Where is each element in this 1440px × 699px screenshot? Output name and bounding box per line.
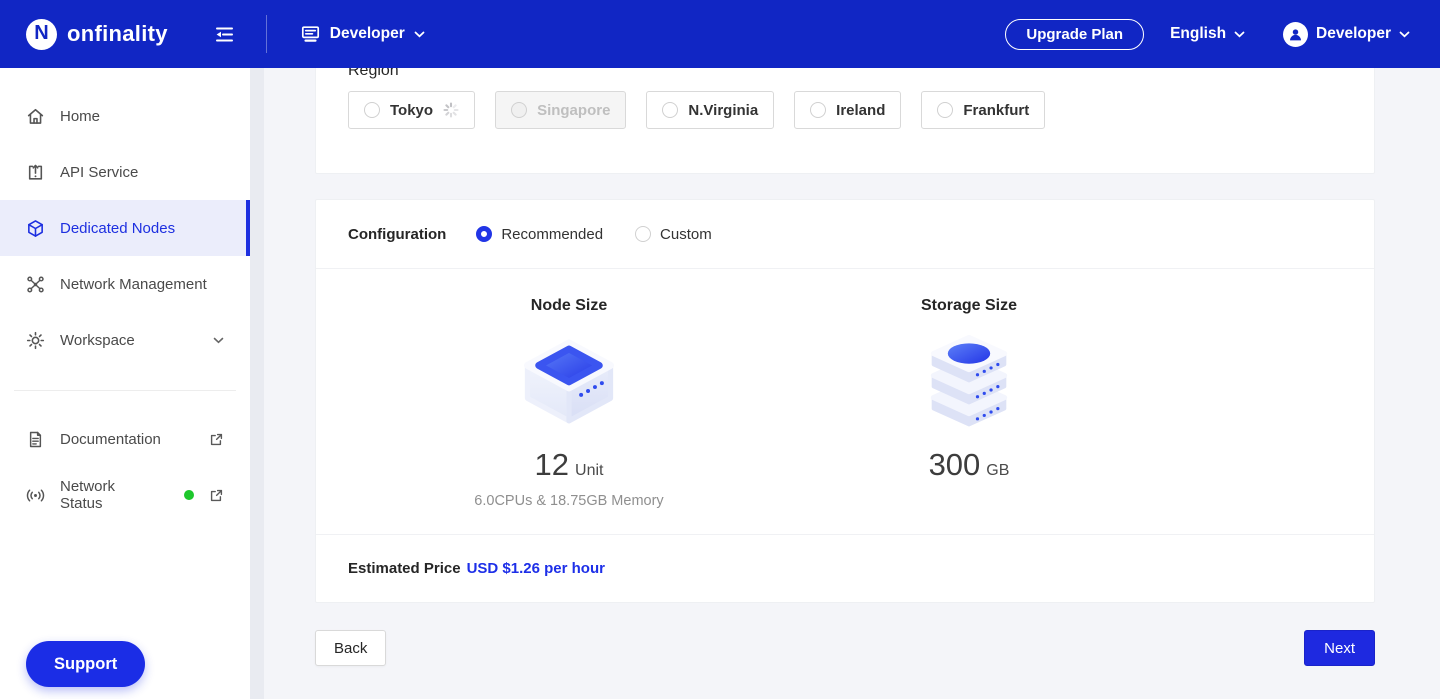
radio-icon bbox=[937, 102, 954, 118]
language-label: English bbox=[1170, 25, 1227, 42]
workspace-name: Developer bbox=[329, 25, 405, 42]
external-link-icon bbox=[209, 432, 224, 447]
sidebar: Home API Service Dedicated Nodes Network… bbox=[0, 68, 250, 699]
cube-icon bbox=[26, 219, 45, 238]
chevron-down-icon bbox=[1399, 31, 1410, 38]
wizard-actions: Back Next bbox=[315, 630, 1375, 666]
sidebar-item-label: Workspace bbox=[60, 331, 135, 349]
radio-icon bbox=[511, 102, 528, 118]
radio-icon bbox=[364, 102, 380, 118]
estimated-price-row: Estimated Price USD $1.26 per hour bbox=[316, 535, 1374, 602]
upgrade-plan-button[interactable]: Upgrade Plan bbox=[1005, 18, 1145, 50]
estimated-price-value[interactable]: USD $1.26 per hour bbox=[467, 560, 605, 577]
config-option-recommended[interactable]: Recommended bbox=[476, 226, 603, 243]
brand-name: onfinality bbox=[67, 21, 168, 46]
storage-size-title: Storage Size bbox=[920, 297, 1018, 314]
storage-size-illustration bbox=[918, 319, 1020, 443]
navbar-divider bbox=[265, 15, 267, 53]
region-option-nvirginia[interactable]: N.Virginia bbox=[646, 91, 775, 129]
estimated-price-label: Estimated Price bbox=[348, 560, 461, 577]
sidebar-item-label: Documentation bbox=[60, 430, 161, 448]
back-button[interactable]: Back bbox=[315, 630, 387, 666]
chevron-down-icon bbox=[1234, 31, 1245, 38]
region-option-singapore: Singapore bbox=[495, 91, 627, 129]
gear-icon bbox=[26, 331, 45, 350]
sidebar-item-dedicated-nodes[interactable]: Dedicated Nodes bbox=[0, 200, 250, 256]
sidebar-item-workspace[interactable]: Workspace bbox=[0, 312, 250, 368]
onfinality-logo-icon: N bbox=[26, 18, 57, 50]
network-icon bbox=[26, 275, 45, 294]
loading-spinner-icon bbox=[443, 102, 459, 118]
radio-checked-icon bbox=[476, 226, 493, 242]
sidebar-item-label: Dedicated Nodes bbox=[60, 219, 176, 237]
sidebar-item-api-service[interactable]: API Service bbox=[0, 144, 250, 200]
menu-fold-icon[interactable] bbox=[214, 25, 235, 44]
home-icon bbox=[26, 107, 45, 126]
configuration-row: Configuration Recommended Custom bbox=[316, 200, 1374, 269]
node-size-title: Node Size bbox=[530, 297, 608, 314]
sidebar-item-network-status[interactable]: Network Status bbox=[0, 467, 250, 523]
region-option-tokyo[interactable]: Tokyo bbox=[348, 91, 476, 129]
configuration-label: Configuration bbox=[348, 225, 447, 243]
online-status-dot bbox=[184, 490, 194, 500]
sidebar-scroll-gutter[interactable] bbox=[250, 68, 264, 699]
sidebar-divider bbox=[14, 390, 236, 391]
region-card: Region Tokyo Singapore N.Virginia Irelan… bbox=[315, 68, 1375, 174]
user-menu[interactable]: Developer bbox=[1283, 21, 1410, 47]
sidebar-item-label: API Service bbox=[60, 163, 139, 181]
sidebar-item-documentation[interactable]: Documentation bbox=[0, 411, 250, 467]
top-navbar: N onfinality Developer Upgrade Plan Engl… bbox=[0, 0, 1440, 68]
sidebar-item-label: Network Management bbox=[60, 275, 207, 293]
configuration-card: Configuration Recommended Custom Node Si… bbox=[315, 199, 1375, 603]
workspace-icon bbox=[300, 24, 321, 44]
broadcast-icon bbox=[26, 486, 45, 505]
language-selector[interactable]: English bbox=[1170, 25, 1245, 43]
region-option-ireland[interactable]: Ireland bbox=[794, 91, 902, 129]
sidebar-item-network-management[interactable]: Network Management bbox=[0, 256, 250, 312]
chevron-down-icon bbox=[414, 31, 425, 38]
radio-icon bbox=[662, 102, 679, 118]
workspace-selector[interactable]: Developer bbox=[300, 24, 425, 44]
region-label: Region bbox=[348, 68, 399, 79]
api-service-icon bbox=[26, 163, 45, 182]
sizes-section: Node Size 12 Unit 6.0CPUs & 18.75GB Memo… bbox=[316, 269, 1374, 535]
radio-icon bbox=[810, 102, 827, 118]
radio-icon bbox=[635, 226, 652, 242]
node-size-column: Node Size 12 Unit 6.0CPUs & 18.75GB Memo… bbox=[369, 297, 769, 534]
node-size-detail: 6.0CPUs & 18.75GB Memory bbox=[474, 493, 664, 509]
main-content: Region Tokyo Singapore N.Virginia Irelan… bbox=[264, 68, 1440, 699]
node-size-value: 12 Unit bbox=[534, 447, 604, 482]
user-name: Developer bbox=[1316, 25, 1391, 42]
node-size-illustration bbox=[517, 319, 621, 443]
document-icon bbox=[26, 430, 45, 449]
next-button[interactable]: Next bbox=[1304, 630, 1375, 666]
user-avatar-icon bbox=[1283, 21, 1309, 47]
support-button[interactable]: Support bbox=[26, 641, 146, 687]
storage-size-value: 300 GB bbox=[928, 447, 1010, 482]
storage-size-column: Storage Size 300 GB bbox=[769, 297, 1169, 534]
chevron-down-icon bbox=[213, 337, 224, 344]
region-option-frankfurt[interactable]: Frankfurt bbox=[921, 91, 1046, 129]
sidebar-item-home[interactable]: Home bbox=[0, 88, 250, 144]
external-link-icon bbox=[209, 488, 224, 503]
sidebar-item-label: Home bbox=[60, 107, 101, 125]
config-option-custom[interactable]: Custom bbox=[635, 226, 712, 243]
sidebar-item-label: Network Status bbox=[60, 478, 116, 512]
brand-logo[interactable]: N onfinality bbox=[0, 18, 168, 50]
region-options: Tokyo Singapore N.Virginia Ireland Frank… bbox=[348, 91, 1342, 129]
